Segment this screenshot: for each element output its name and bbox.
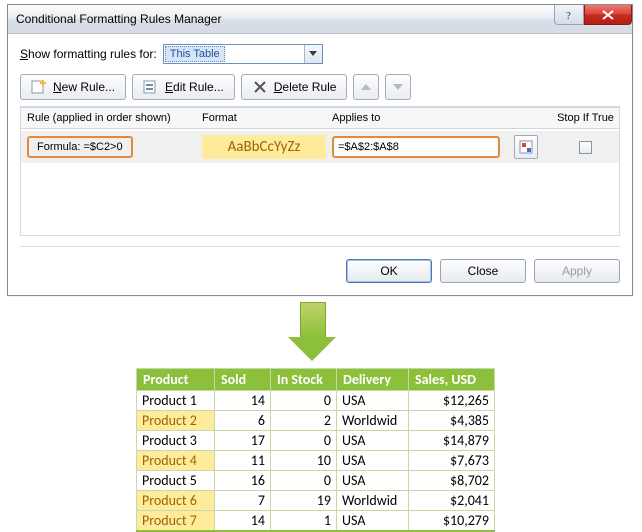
table-cell[interactable]: $8,702 — [409, 471, 495, 491]
show-rules-for-label: Show formatting rules for: — [20, 47, 157, 61]
conditional-formatting-dialog: Conditional Formatting Rules Manager ? S… — [7, 4, 633, 296]
close-button[interactable] — [584, 5, 632, 25]
applies-to-input[interactable] — [332, 136, 500, 158]
format-preview: AaBbCcYyZz — [202, 135, 326, 159]
dialog-footer: OK Close Apply — [20, 246, 620, 283]
table-cell[interactable]: 6 — [215, 411, 271, 431]
table-header: In Stock — [271, 369, 337, 391]
header-stop: Stop If True — [552, 112, 619, 124]
table-header: Product — [137, 369, 215, 391]
edit-rule-icon — [143, 79, 159, 95]
table-header: Sold — [215, 369, 271, 391]
rule-row[interactable]: Formula: =$C2>0 AaBbCcYyZz — [21, 131, 619, 163]
chevron-down-icon[interactable] — [304, 45, 322, 63]
table-header: Sales, USD — [409, 369, 495, 391]
table-cell[interactable]: $14,879 — [409, 431, 495, 451]
rule-formula: Formula: =$C2>0 — [27, 136, 133, 158]
svg-text:?: ? — [566, 10, 571, 21]
table-cell[interactable]: $4,385 — [409, 411, 495, 431]
scope-dropdown[interactable]: This Table — [163, 44, 323, 64]
table-cell[interactable]: 19 — [271, 491, 337, 511]
table-cell[interactable]: $7,673 — [409, 451, 495, 471]
table-cell[interactable]: 2 — [271, 411, 337, 431]
rules-list: Rule (applied in order shown) Format App… — [20, 106, 620, 236]
move-up-button[interactable] — [353, 74, 379, 100]
table-cell[interactable]: 0 — [271, 391, 337, 411]
table-row[interactable]: Product 5160USA$8,702 — [137, 471, 495, 491]
help-button[interactable]: ? — [554, 5, 584, 25]
new-rule-icon — [31, 79, 47, 95]
apply-button[interactable]: Apply — [534, 259, 620, 283]
table-cell[interactable]: Product 2 — [137, 411, 215, 431]
chevron-up-icon — [361, 83, 371, 91]
table-cell[interactable]: USA — [337, 471, 409, 491]
header-rule: Rule (applied in order shown) — [27, 112, 202, 124]
table-cell[interactable]: $2,041 — [409, 491, 495, 511]
header-format: Format — [202, 112, 332, 124]
table-cell[interactable]: 16 — [215, 471, 271, 491]
table-cell[interactable]: USA — [337, 391, 409, 411]
table-cell[interactable]: 10 — [271, 451, 337, 471]
header-applies: Applies to — [332, 112, 552, 124]
table-cell[interactable]: 0 — [271, 431, 337, 451]
close-dialog-button[interactable]: Close — [440, 259, 526, 283]
table-cell[interactable]: USA — [337, 431, 409, 451]
edit-rule-button[interactable]: Edit Rule... — [132, 74, 235, 100]
arrow-down-icon — [288, 302, 336, 364]
move-down-button[interactable] — [385, 74, 411, 100]
delete-rule-icon — [252, 79, 268, 95]
delete-rule-button[interactable]: Delete Rule — [241, 74, 348, 100]
table-row[interactable]: Product 3170USA$14,879 — [137, 431, 495, 451]
table-header: Delivery — [337, 369, 409, 391]
table-row[interactable]: Product 1140USA$12,265 — [137, 391, 495, 411]
ok-button[interactable]: OK — [346, 259, 432, 283]
chevron-down-icon — [393, 83, 403, 91]
scope-value: This Table — [165, 46, 225, 62]
table-cell[interactable]: 0 — [271, 471, 337, 491]
titlebar[interactable]: Conditional Formatting Rules Manager ? — [8, 5, 632, 34]
table-row[interactable]: Product 6719Worldwid$2,041 — [137, 491, 495, 511]
table-cell[interactable]: Worldwid — [337, 411, 409, 431]
toolbar: New Rule... Edit Rule... Delete Rule — [20, 74, 620, 100]
table-cell[interactable]: Product 5 — [137, 471, 215, 491]
table-cell[interactable]: 11 — [215, 451, 271, 471]
table-cell[interactable]: USA — [337, 451, 409, 471]
dialog-title: Conditional Formatting Rules Manager — [16, 12, 221, 26]
stop-if-true-checkbox[interactable] — [579, 141, 592, 154]
table-cell[interactable]: 14 — [215, 391, 271, 411]
new-rule-button[interactable]: New Rule... — [20, 74, 126, 100]
table-cell[interactable]: Worldwid — [337, 491, 409, 511]
table-cell[interactable]: Product 3 — [137, 431, 215, 451]
range-selector-button[interactable] — [514, 135, 538, 159]
table-cell[interactable]: Product 4 — [137, 451, 215, 471]
table-cell[interactable]: $12,265 — [409, 391, 495, 411]
table-row[interactable]: Product 262Worldwid$4,385 — [137, 411, 495, 431]
table-cell[interactable]: Product 6 — [137, 491, 215, 511]
range-selector-icon — [519, 140, 533, 154]
table-cell[interactable]: 7 — [215, 491, 271, 511]
table-cell[interactable]: 17 — [215, 431, 271, 451]
table-cell[interactable]: Product 1 — [137, 391, 215, 411]
table-row[interactable]: Product 41110USA$7,673 — [137, 451, 495, 471]
result-table: ProductSoldIn StockDeliverySales, USD Pr… — [136, 368, 495, 532]
